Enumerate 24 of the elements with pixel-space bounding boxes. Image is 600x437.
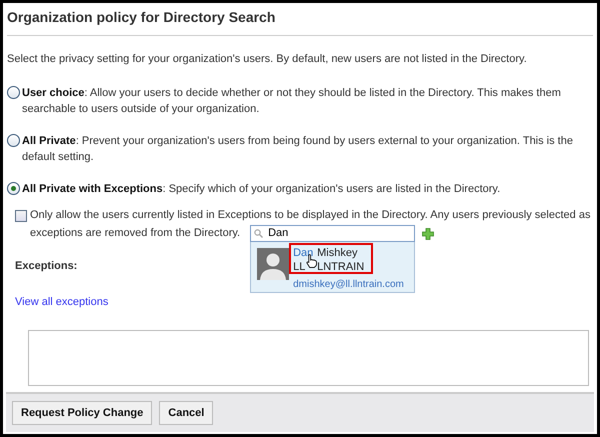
dialog-title: Organization policy for Directory Search bbox=[7, 8, 276, 27]
checkbox[interactable] bbox=[15, 210, 27, 222]
action-button[interactable]: Request Policy Change bbox=[12, 401, 152, 425]
suggestion-org: LNTRAIN bbox=[317, 260, 364, 274]
radio-button[interactable] bbox=[7, 86, 20, 98]
add-icon[interactable] bbox=[422, 228, 434, 240]
view-all-link[interactable]: View all exceptions bbox=[15, 294, 108, 310]
suggestion-email: dmishkey@ll.llntrain.com bbox=[293, 278, 404, 292]
option-description: All Private: Prevent your organization's users from being found by users external to your organization. This is the default setting. bbox=[22, 134, 574, 164]
search-field[interactable]: Dan bbox=[250, 224, 416, 242]
suggestion-org: LL bbox=[293, 260, 306, 274]
radio-button[interactable] bbox=[7, 134, 20, 146]
suggestion-match: Dan bbox=[293, 246, 314, 260]
radio-button[interactable] bbox=[7, 182, 20, 194]
option-description: exceptions are removed from the Directory. bbox=[30, 226, 240, 240]
intro-text: Select the privacy setting for your organization's users. By default, new users are not listed in the Directory. bbox=[7, 52, 527, 67]
option-description: User choice: Allow your users to decide whether or not they should be listed in the Directory. This makes them searchable to users outside of your organization. bbox=[22, 86, 562, 116]
suggestion-name: Mishkey bbox=[317, 246, 358, 260]
suggestion-dropdown[interactable]: Dan Mishkey LL LNTRAIN dmishkey@ll.llntrain.com bbox=[250, 242, 416, 292]
action-button[interactable]: Cancel bbox=[159, 401, 214, 425]
option-description: Only allow the users currently listed in Exceptions to be displayed in the Directory. Any users previously selected as bbox=[30, 208, 590, 222]
exceptions-label: Exceptions: bbox=[15, 258, 78, 274]
avatar-silhouette bbox=[257, 248, 290, 280]
option-description: All Private with Exceptions: Specify which of your organization's users are listed in the Directory. bbox=[22, 182, 502, 196]
